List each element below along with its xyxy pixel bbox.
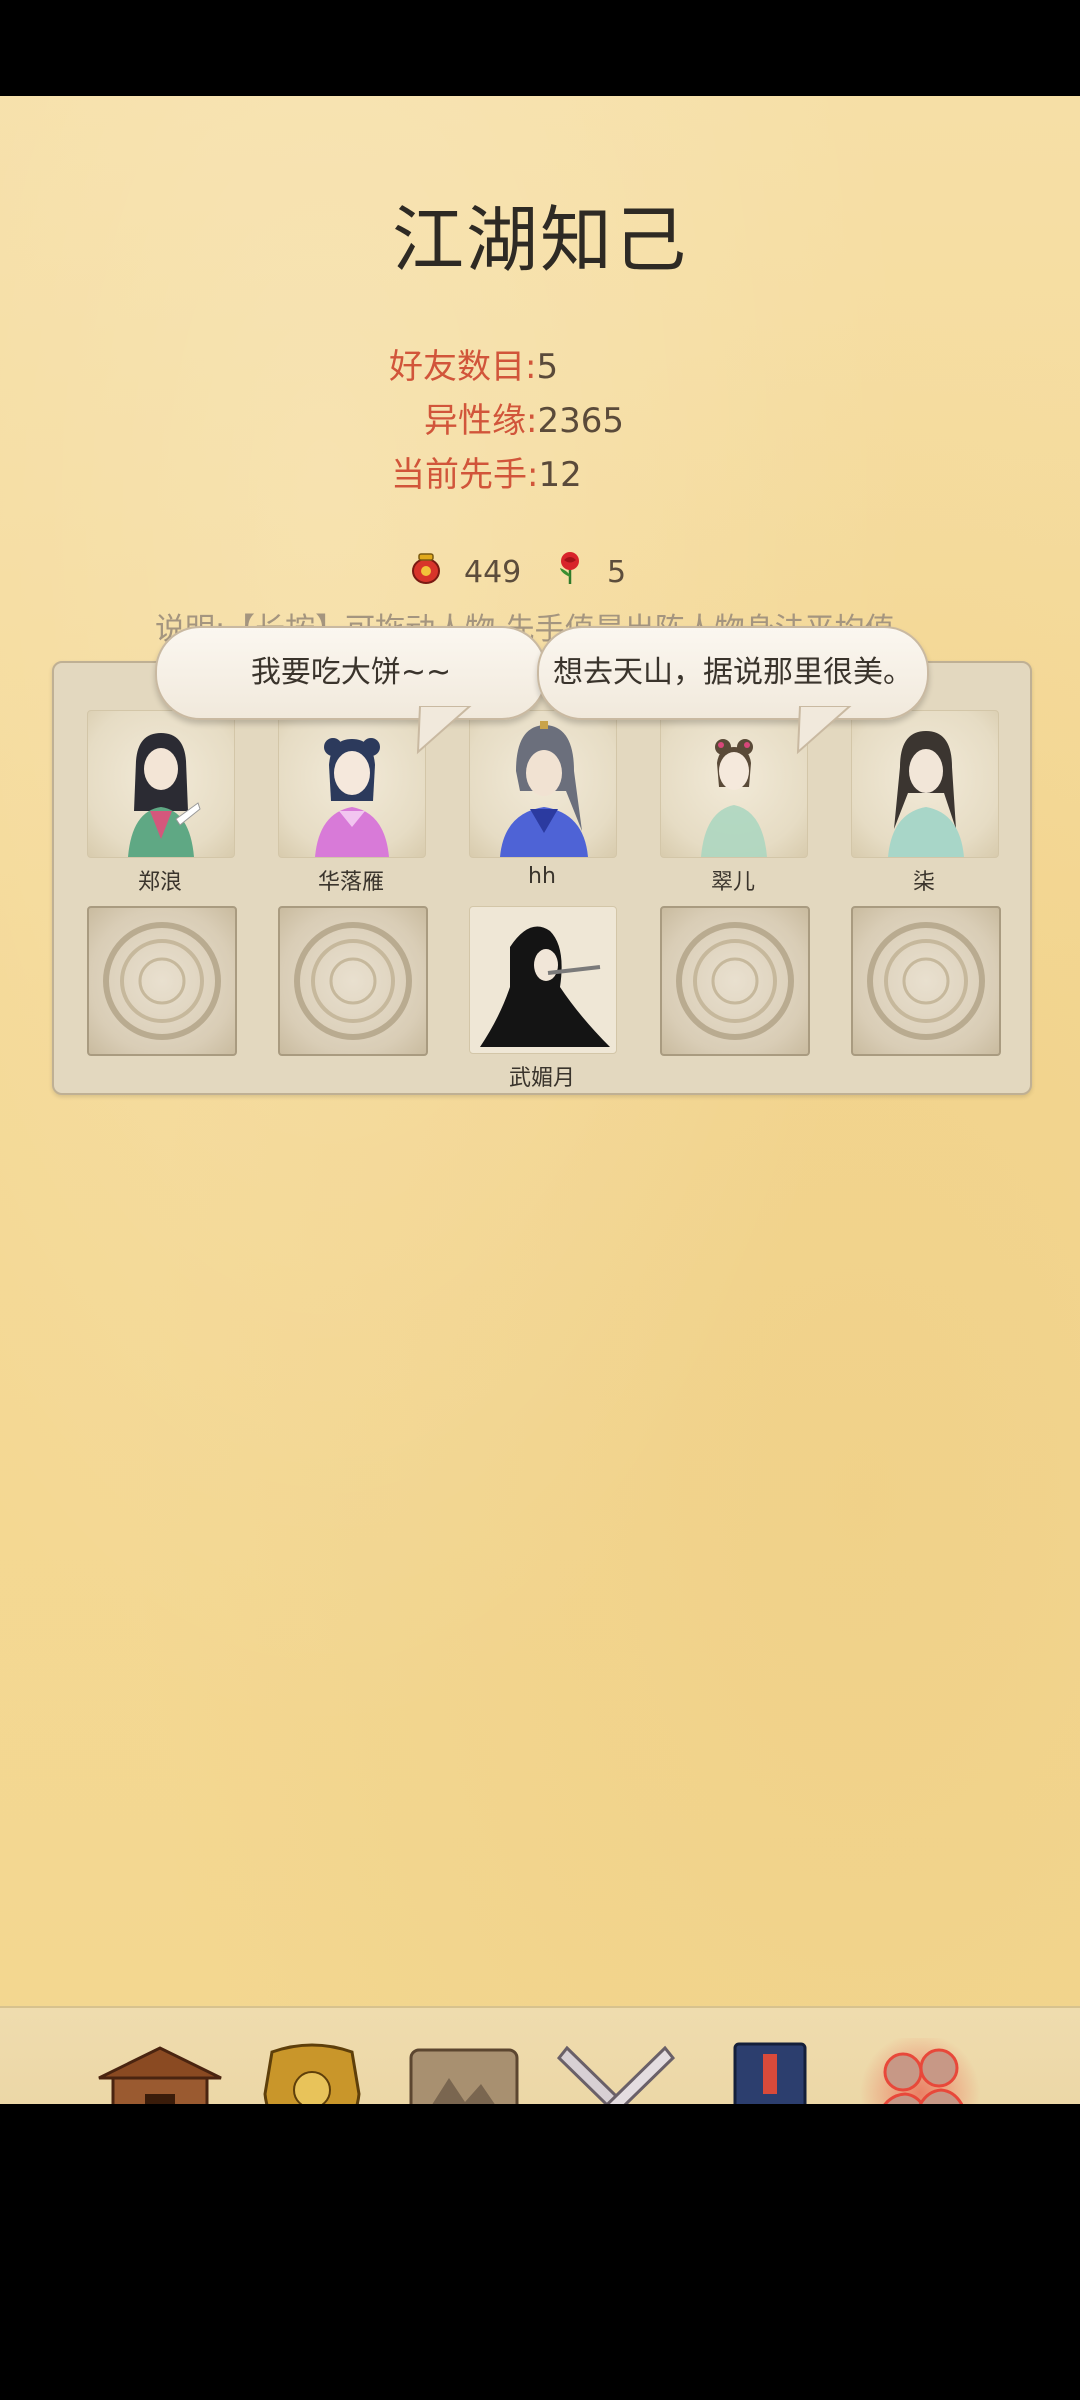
status-bar <box>0 0 1080 96</box>
empty-slot-emblem-icon <box>676 922 794 1040</box>
partner-name-5: 柒 <box>912 870 935 895</box>
partner-slot-2[interactable] <box>278 710 426 858</box>
initiative-value: 12 <box>538 455 582 495</box>
partner-portrait-hualuoyan <box>315 738 389 857</box>
partner-name-4: 翠儿 <box>710 870 755 895</box>
partner-name-6: 武媚月 <box>508 1066 575 1091</box>
system-nav-area <box>0 2104 1080 2400</box>
empty-slot-2[interactable] <box>278 906 428 1056</box>
charm-value: 2365 <box>537 401 624 441</box>
partner-slot-6[interactable] <box>469 906 617 1054</box>
friend-count-stat: 好友数目:5 <box>389 339 558 388</box>
friend-count-label: 好友数目: <box>389 347 537 387</box>
empty-slot-1[interactable] <box>87 906 237 1056</box>
partner-portrait-hh <box>500 721 588 857</box>
initiative-stat: 当前先手:12 <box>391 447 582 496</box>
page-title: 江湖知己 <box>391 198 688 282</box>
empty-slot-emblem-icon <box>294 922 412 1040</box>
partner-name-2: 华落雁 <box>317 870 384 895</box>
speech-bubble-1: 我要吃大饼~~ <box>155 626 547 720</box>
speech-bubble-2-tail <box>796 706 852 755</box>
partner-slot-3[interactable] <box>469 710 617 858</box>
initiative-label: 当前先手: <box>391 455 539 495</box>
wine-resource: 449 <box>410 551 521 593</box>
partner-name-3: hh <box>528 864 556 889</box>
wine-count: 449 <box>464 554 522 590</box>
partner-slot-1[interactable] <box>87 710 235 858</box>
friend-count-value: 5 <box>536 347 559 387</box>
rose-icon <box>555 551 607 593</box>
partner-lineup-panel: 郑浪 华落雁 hh 翠儿 柒 武媚月 <box>52 661 1032 1095</box>
partners-page: 江湖知己 好友数目:5 异性缘:2365 当前先手:12 449 5 说明:【长… <box>0 96 1080 2202</box>
rose-count: 5 <box>607 554 627 590</box>
empty-slot-4[interactable] <box>851 906 1001 1056</box>
speech-bubble-1-tail <box>416 706 472 755</box>
empty-slot-emblem-icon <box>103 922 221 1040</box>
partner-slot-5[interactable] <box>851 710 999 858</box>
partner-portrait-cuier <box>701 739 767 857</box>
partner-portrait-zhenglang <box>128 733 201 857</box>
partner-portrait-qi <box>888 731 964 857</box>
charm-label: 异性缘: <box>424 401 538 441</box>
charm-stat: 异性缘:2365 <box>424 393 624 442</box>
partner-portrait-wumeiyue <box>480 926 610 1047</box>
partner-name-1: 郑浪 <box>137 870 182 895</box>
partner-slot-4[interactable] <box>660 710 808 858</box>
speech-bubble-2: 想去天山，据说那里很美。 <box>537 626 929 720</box>
empty-slot-3[interactable] <box>660 906 810 1056</box>
rose-resource: 5 <box>555 551 626 593</box>
wine-jar-icon <box>410 551 464 593</box>
empty-slot-emblem-icon <box>867 922 985 1040</box>
